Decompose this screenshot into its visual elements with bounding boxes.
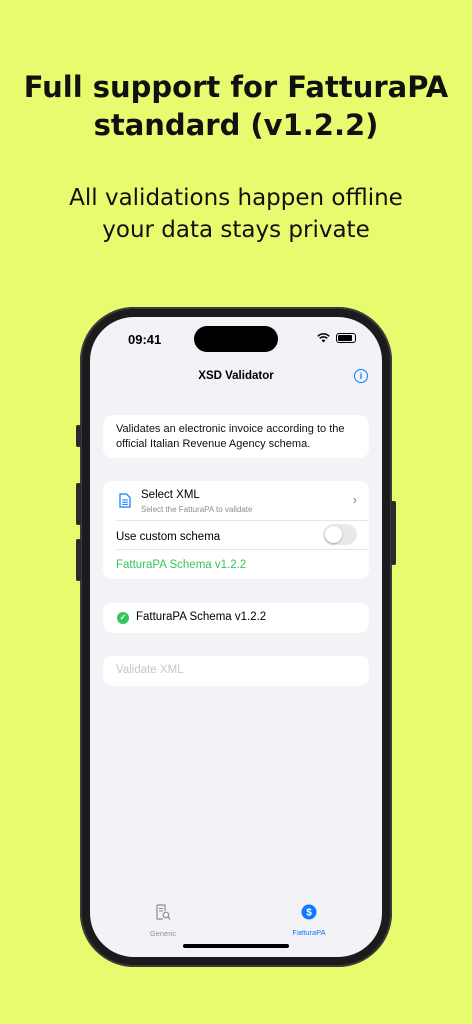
status-text: FatturaPA Schema v1.2.2: [136, 611, 267, 623]
phone-frame: 09:41 XSD Validator i Validates an elect…: [76, 307, 396, 967]
volume-down-button: [76, 539, 81, 581]
headline: Full support for FatturaPA standard (v1.…: [0, 68, 472, 144]
status-card: ✓ FatturaPA Schema v1.2.2: [103, 603, 369, 633]
divider: [116, 549, 369, 550]
status-icons: [317, 333, 356, 343]
nav-title: XSD Validator: [198, 370, 274, 382]
subline-line-1: All validations happen offline: [69, 185, 403, 211]
wifi-icon: [317, 333, 330, 343]
select-xml-row[interactable]: Select XML Select the FatturaPA to valid…: [103, 481, 369, 520]
validate-xml-label: Validate XML: [116, 664, 184, 676]
document-icon: [119, 493, 131, 508]
subline: All validations happen offline your data…: [0, 182, 472, 246]
dynamic-island: [194, 326, 278, 352]
dollar-circle-icon: $: [301, 904, 317, 920]
checkmark-icon: ✓: [117, 612, 129, 624]
divider: [116, 520, 369, 521]
app-screen: 09:41 XSD Validator i Validates an elect…: [90, 317, 382, 957]
svg-text:$: $: [306, 908, 312, 919]
tab-generic[interactable]: Generic: [90, 904, 236, 938]
select-xml-title: Select XML: [141, 489, 200, 501]
select-xml-subtitle: Select the FatturaPA to validate: [141, 505, 253, 514]
side-button: [391, 501, 396, 565]
chevron-right-icon: ›: [352, 492, 357, 507]
description-card: Validates an electronic invoice accordin…: [103, 415, 369, 458]
custom-schema-label: Use custom schema: [116, 531, 221, 543]
tab-fatturapa[interactable]: $ FatturaPA: [236, 904, 382, 937]
headline-line-1: Full support for FatturaPA: [23, 70, 449, 104]
home-indicator[interactable]: [183, 944, 289, 948]
battery-icon: [336, 333, 356, 343]
volume-up-button: [76, 483, 81, 525]
headline-line-2: standard (v1.2.2): [93, 108, 379, 142]
action-button: [76, 425, 81, 447]
info-icon[interactable]: i: [354, 369, 368, 383]
schema-link[interactable]: FatturaPA Schema v1.2.2: [116, 559, 246, 571]
doc-search-icon: [156, 904, 171, 920]
subline-line-2: your data stays private: [102, 217, 370, 243]
tab-fatturapa-label: FatturaPA: [292, 928, 326, 937]
tab-bar: Generic $ FatturaPA: [90, 902, 382, 957]
settings-group: Select XML Select the FatturaPA to valid…: [103, 481, 369, 579]
custom-schema-toggle[interactable]: [323, 524, 357, 545]
tab-generic-label: Generic: [149, 929, 177, 938]
validate-xml-button[interactable]: Validate XML: [103, 656, 369, 686]
status-time: 09:41: [128, 332, 162, 347]
